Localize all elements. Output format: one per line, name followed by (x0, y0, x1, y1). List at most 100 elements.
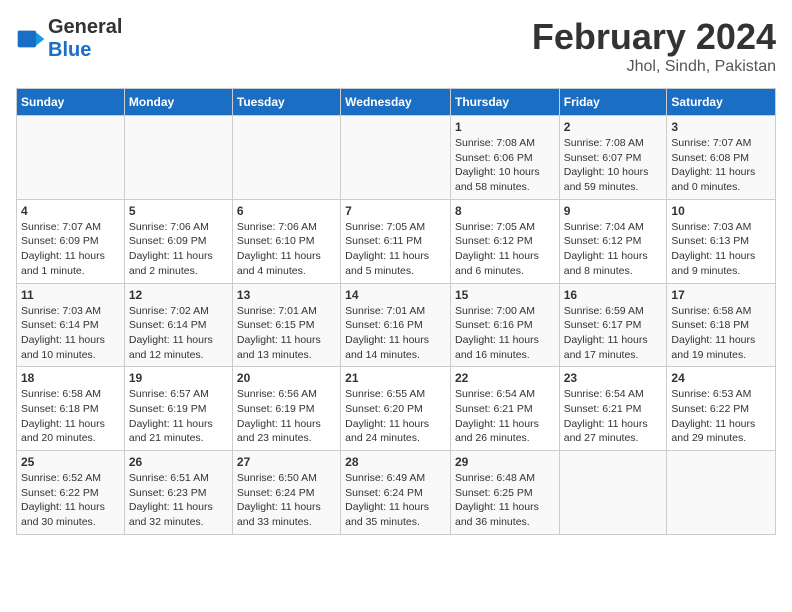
page-subtitle: Jhol, Sindh, Pakistan (532, 58, 776, 76)
header-day-sunday: Sunday (17, 89, 125, 116)
day-number: 9 (564, 204, 663, 218)
day-info: Sunrise: 7:03 AMSunset: 6:14 PMDaylight:… (21, 304, 120, 363)
calendar-week-3: 11 Sunrise: 7:03 AMSunset: 6:14 PMDayligh… (17, 283, 776, 367)
calendar-cell: 8Sunrise: 7:05 AMSunset: 6:12 PMDaylight… (450, 199, 559, 283)
day-info: Sunrise: 6:55 AMSunset: 6:20 PMDaylight:… (345, 387, 446, 446)
calendar-cell: 18 Sunrise: 6:58 AMSunset: 6:18 PMDayligh… (17, 367, 125, 451)
day-number: 25 (21, 455, 120, 469)
calendar-cell: 14Sunrise: 7:01 AMSunset: 6:16 PMDayligh… (341, 283, 451, 367)
day-number: 2 (564, 120, 663, 134)
calendar-cell: 26Sunrise: 6:51 AMSunset: 6:23 PMDayligh… (124, 451, 232, 535)
day-info: Sunrise: 7:05 AMSunset: 6:11 PMDaylight:… (345, 220, 446, 279)
day-info: Sunrise: 6:53 AMSunset: 6:22 PMDaylight:… (671, 387, 771, 446)
calendar-cell: 22Sunrise: 6:54 AMSunset: 6:21 PMDayligh… (450, 367, 559, 451)
calendar-cell: 28Sunrise: 6:49 AMSunset: 6:24 PMDayligh… (341, 451, 451, 535)
calendar-header-row: SundayMondayTuesdayWednesdayThursdayFrid… (17, 89, 776, 116)
day-number: 11 (21, 288, 120, 302)
title-block: February 2024 Jhol, Sindh, Pakistan (532, 16, 776, 76)
calendar-cell: 19 Sunrise: 6:57 AMSunset: 6:19 PMDayligh… (124, 367, 232, 451)
calendar-cell: 5Sunrise: 7:06 AMSunset: 6:09 PMDaylight… (124, 199, 232, 283)
calendar-cell: 2 Sunrise: 7:08 AMSunset: 6:07 PMDaylight… (559, 116, 667, 200)
day-info: Sunrise: 7:07 AMSunset: 6:09 PMDaylight:… (21, 220, 120, 279)
page-title: February 2024 (532, 16, 776, 58)
calendar-cell: 11 Sunrise: 7:03 AMSunset: 6:14 PMDayligh… (17, 283, 125, 367)
calendar-cell: 15 Sunrise: 7:00 AMSunset: 6:16 PMDayligh… (450, 283, 559, 367)
calendar-week-4: 18 Sunrise: 6:58 AMSunset: 6:18 PMDayligh… (17, 367, 776, 451)
calendar-cell: 1 Sunrise: 7:08 AMSunset: 6:06 PMDaylight… (450, 116, 559, 200)
calendar-body: 1 Sunrise: 7:08 AMSunset: 6:06 PMDaylight… (17, 116, 776, 535)
day-number: 18 (21, 371, 120, 385)
day-info: Sunrise: 7:08 AMSunset: 6:06 PMDaylight:… (455, 136, 555, 195)
calendar-cell: 6Sunrise: 7:06 AMSunset: 6:10 PMDaylight… (232, 199, 340, 283)
calendar-cell: 10 Sunrise: 7:03 AMSunset: 6:13 PMDayligh… (667, 199, 776, 283)
day-info: Sunrise: 6:50 AMSunset: 6:24 PMDaylight:… (237, 471, 336, 530)
day-info: Sunrise: 7:03 AMSunset: 6:13 PMDaylight:… (671, 220, 771, 279)
day-info: Sunrise: 7:05 AMSunset: 6:12 PMDaylight:… (455, 220, 555, 279)
calendar-cell (341, 116, 451, 200)
day-info: Sunrise: 6:56 AMSunset: 6:19 PMDaylight:… (237, 387, 336, 446)
calendar-table: SundayMondayTuesdayWednesdayThursdayFrid… (16, 88, 776, 535)
day-info: Sunrise: 6:52 AMSunset: 6:22 PMDaylight:… (21, 471, 120, 530)
day-info: Sunrise: 6:58 AMSunset: 6:18 PMDaylight:… (671, 304, 771, 363)
day-number: 29 (455, 455, 555, 469)
day-number: 7 (345, 204, 446, 218)
calendar-week-1: 1 Sunrise: 7:08 AMSunset: 6:06 PMDaylight… (17, 116, 776, 200)
day-number: 26 (129, 455, 228, 469)
calendar-cell (124, 116, 232, 200)
calendar-cell (232, 116, 340, 200)
day-info: Sunrise: 7:04 AMSunset: 6:12 PMDaylight:… (564, 220, 663, 279)
day-info: Sunrise: 7:08 AMSunset: 6:07 PMDaylight:… (564, 136, 663, 195)
day-number: 21 (345, 371, 446, 385)
logo-text: General Blue (48, 16, 122, 62)
day-number: 24 (671, 371, 771, 385)
day-number: 15 (455, 288, 555, 302)
header-day-friday: Friday (559, 89, 667, 116)
day-number: 28 (345, 455, 446, 469)
day-number: 14 (345, 288, 446, 302)
day-number: 1 (455, 120, 555, 134)
calendar-cell: 9 Sunrise: 7:04 AMSunset: 6:12 PMDaylight… (559, 199, 667, 283)
day-number: 19 (129, 371, 228, 385)
day-info: Sunrise: 7:06 AMSunset: 6:10 PMDaylight:… (237, 220, 336, 279)
day-info: Sunrise: 6:54 AMSunset: 6:21 PMDaylight:… (455, 387, 555, 446)
day-number: 16 (564, 288, 663, 302)
page-header: General Blue February 2024 Jhol, Sindh, … (16, 16, 776, 76)
calendar-cell: 27 Sunrise: 6:50 AMSunset: 6:24 PMDayligh… (232, 451, 340, 535)
day-info: Sunrise: 7:01 AMSunset: 6:15 PMDaylight:… (237, 304, 336, 363)
day-number: 23 (564, 371, 663, 385)
calendar-cell: 20 Sunrise: 6:56 AMSunset: 6:19 PMDayligh… (232, 367, 340, 451)
calendar-cell: 25 Sunrise: 6:52 AMSunset: 6:22 PMDayligh… (17, 451, 125, 535)
day-number: 20 (237, 371, 336, 385)
calendar-cell: 16 Sunrise: 6:59 AMSunset: 6:17 PMDayligh… (559, 283, 667, 367)
calendar-cell: 3 Sunrise: 7:07 AMSunset: 6:08 PMDaylight… (667, 116, 776, 200)
day-number: 13 (237, 288, 336, 302)
day-number: 12 (129, 288, 228, 302)
header-day-thursday: Thursday (450, 89, 559, 116)
day-info: Sunrise: 6:54 AMSunset: 6:21 PMDaylight:… (564, 387, 663, 446)
calendar-week-2: 4 Sunrise: 7:07 AMSunset: 6:09 PMDaylight… (17, 199, 776, 283)
day-info: Sunrise: 6:59 AMSunset: 6:17 PMDaylight:… (564, 304, 663, 363)
day-info: Sunrise: 6:57 AMSunset: 6:19 PMDaylight:… (129, 387, 228, 446)
day-number: 17 (671, 288, 771, 302)
header-day-wednesday: Wednesday (341, 89, 451, 116)
day-info: Sunrise: 7:06 AMSunset: 6:09 PMDaylight:… (129, 220, 228, 279)
day-info: Sunrise: 6:58 AMSunset: 6:18 PMDaylight:… (21, 387, 120, 446)
calendar-cell: 12Sunrise: 7:02 AMSunset: 6:14 PMDayligh… (124, 283, 232, 367)
calendar-cell (17, 116, 125, 200)
header-day-monday: Monday (124, 89, 232, 116)
day-info: Sunrise: 7:07 AMSunset: 6:08 PMDaylight:… (671, 136, 771, 195)
calendar-cell (667, 451, 776, 535)
day-number: 27 (237, 455, 336, 469)
day-number: 3 (671, 120, 771, 134)
calendar-cell: 24 Sunrise: 6:53 AMSunset: 6:22 PMDayligh… (667, 367, 776, 451)
logo: General Blue (16, 16, 122, 62)
day-number: 4 (21, 204, 120, 218)
logo-icon (16, 24, 46, 54)
header-day-tuesday: Tuesday (232, 89, 340, 116)
calendar-cell: 7 Sunrise: 7:05 AMSunset: 6:11 PMDaylight… (341, 199, 451, 283)
day-number: 10 (671, 204, 771, 218)
calendar-cell (559, 451, 667, 535)
calendar-cell: 4 Sunrise: 7:07 AMSunset: 6:09 PMDaylight… (17, 199, 125, 283)
day-info: Sunrise: 7:00 AMSunset: 6:16 PMDaylight:… (455, 304, 555, 363)
calendar-cell: 23 Sunrise: 6:54 AMSunset: 6:21 PMDayligh… (559, 367, 667, 451)
